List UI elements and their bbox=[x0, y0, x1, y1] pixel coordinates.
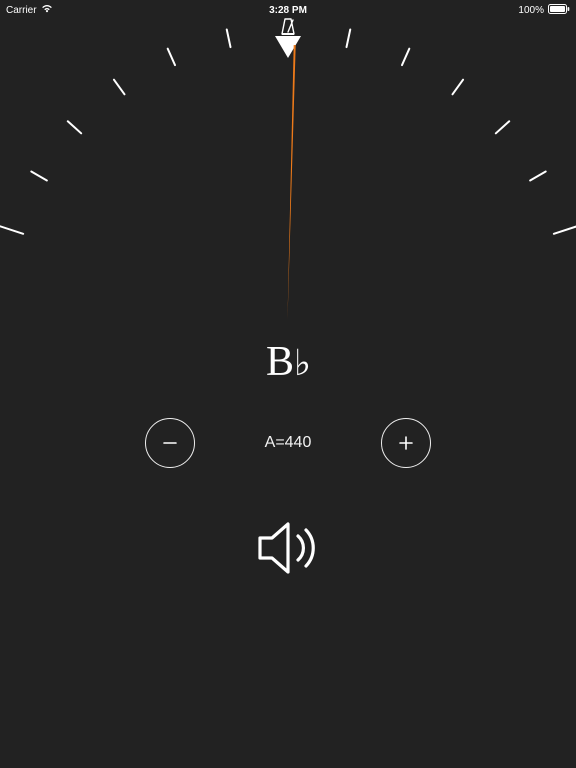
speaker-icon bbox=[252, 518, 324, 578]
dial-tick bbox=[166, 47, 176, 66]
dial-tick bbox=[451, 78, 464, 95]
reference-pitch-row: A=440 bbox=[0, 418, 576, 468]
status-bar: Carrier 3:28 PM 100% bbox=[0, 0, 576, 18]
dial-tick bbox=[529, 170, 547, 182]
clock-label: 3:28 PM bbox=[269, 5, 307, 16]
plus-icon bbox=[396, 433, 416, 453]
dial-tick bbox=[553, 224, 576, 235]
dial-tick bbox=[30, 170, 48, 182]
tuner-dial bbox=[288, 320, 289, 321]
minus-icon bbox=[160, 433, 180, 453]
center-pointer-icon bbox=[275, 36, 301, 58]
increase-pitch-button[interactable] bbox=[381, 418, 431, 468]
note-letter: B bbox=[266, 339, 293, 385]
reference-pitch-label: A=440 bbox=[265, 434, 312, 452]
note-accidental: ♭ bbox=[294, 343, 310, 383]
dial-tick bbox=[113, 78, 126, 95]
detected-note: B♭ bbox=[266, 338, 310, 386]
carrier-label: Carrier bbox=[6, 5, 37, 16]
dial-tick bbox=[226, 28, 232, 48]
battery-icon bbox=[548, 4, 570, 17]
play-tone-button[interactable] bbox=[252, 518, 324, 583]
battery-label: 100% bbox=[518, 5, 544, 16]
dial-tick bbox=[66, 120, 82, 135]
wifi-icon bbox=[41, 4, 53, 16]
decrease-pitch-button[interactable] bbox=[145, 418, 195, 468]
dial-tick bbox=[0, 224, 24, 235]
dial-tick bbox=[345, 28, 351, 48]
tuner-needle bbox=[287, 45, 297, 320]
dial-tick bbox=[494, 120, 510, 135]
dial-tick bbox=[401, 47, 411, 66]
